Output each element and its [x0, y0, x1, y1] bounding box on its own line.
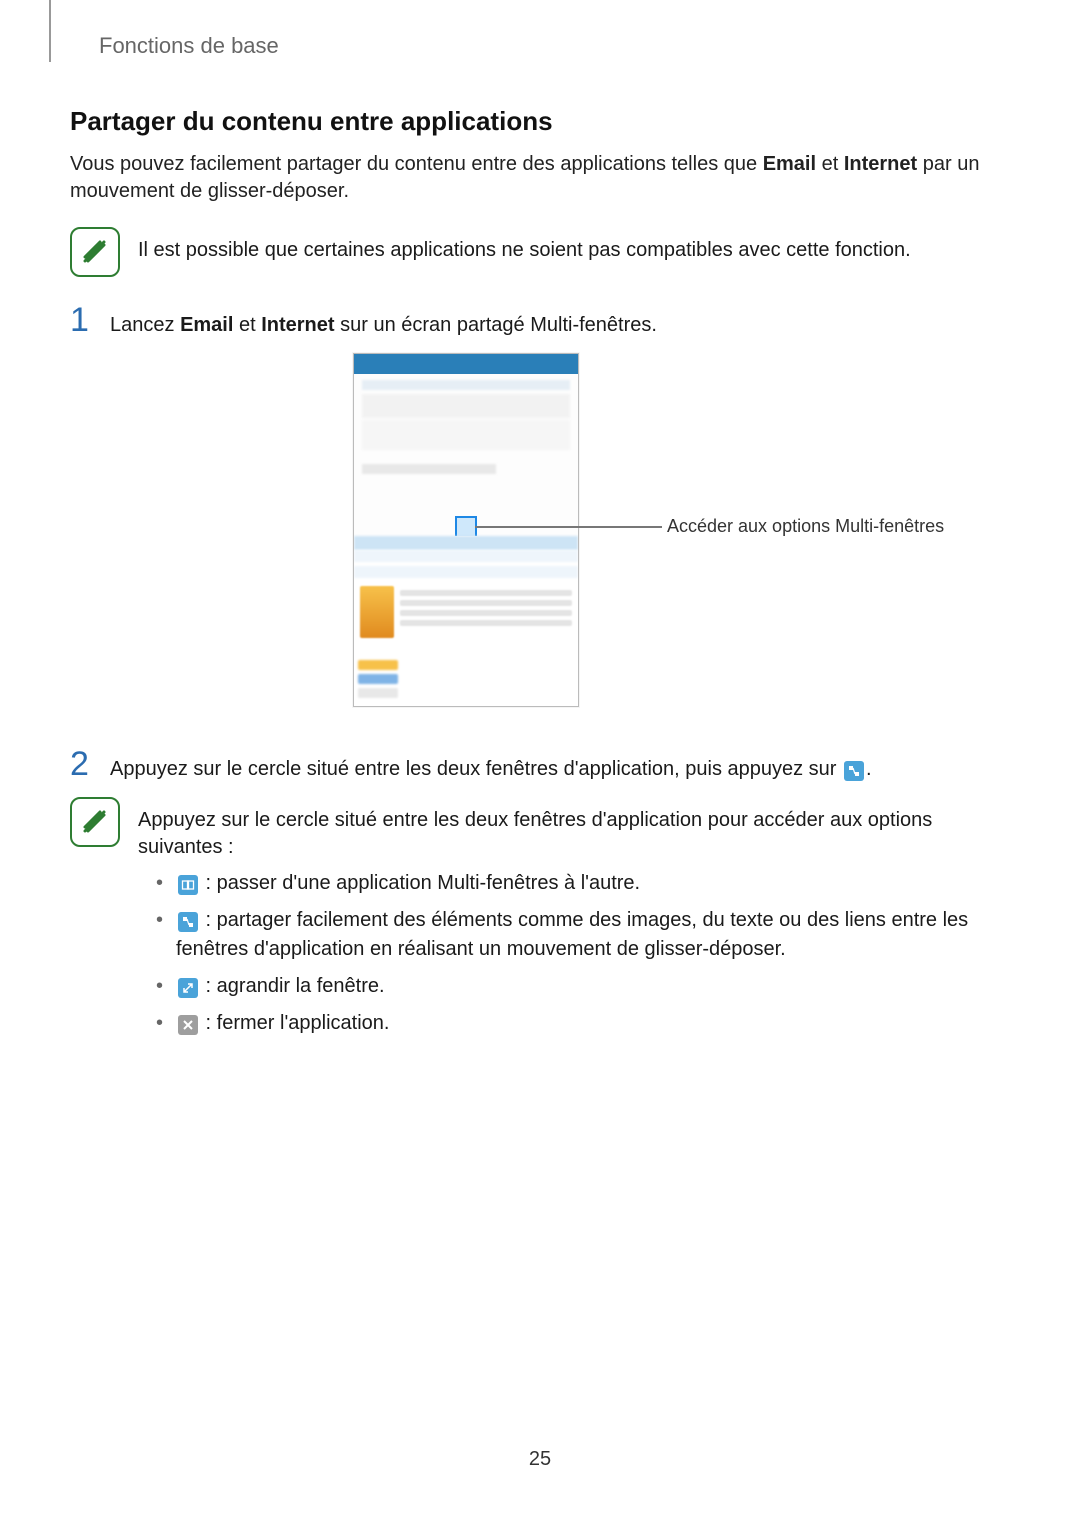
- step-text: Appuyez sur le cercle situé entre les de…: [110, 756, 872, 783]
- figure-multi-window: Accéder aux options Multi-fenêtres: [70, 353, 1010, 723]
- spacer: [354, 474, 578, 512]
- app-name-internet: Internet: [844, 153, 917, 175]
- document-page: Fonctions de base Partager du contenu en…: [0, 0, 1080, 1527]
- blur-line: [362, 464, 496, 474]
- section-title: Partager du contenu entre applications: [70, 106, 1010, 137]
- device-status-bar: [354, 354, 578, 374]
- expand-icon: [178, 978, 198, 998]
- blur-line: [354, 566, 578, 578]
- options-list: : passer d'une application Multi-fenêtre…: [152, 869, 1010, 1038]
- note-icon: [70, 227, 120, 277]
- text: .: [866, 758, 872, 780]
- text: : fermer l'application.: [200, 1012, 389, 1034]
- share-icon: [844, 761, 864, 781]
- step-text: Lancez Email et Internet sur un écran pa…: [110, 312, 657, 339]
- note-text: Il est possible que certaines applicatio…: [138, 227, 911, 264]
- step-1: 1 Lancez Email et Internet sur un écran …: [70, 303, 1010, 339]
- note-icon: [70, 797, 120, 847]
- text: et: [233, 314, 261, 336]
- list-item: : agrandir la fenêtre.: [152, 972, 1010, 1001]
- step-number: 2: [70, 747, 96, 781]
- device-bottom-app: [354, 536, 578, 706]
- blur-line: [354, 550, 578, 562]
- app-name-email: Email: [763, 153, 816, 175]
- callout-line: [475, 526, 662, 528]
- callout-label: Accéder aux options Multi-fenêtres: [667, 516, 944, 537]
- switch-apps-icon: [178, 875, 198, 895]
- blur-line: [362, 380, 570, 390]
- blur-line: [362, 420, 570, 450]
- blur-thumb: [360, 586, 394, 638]
- blur-sidebar: [358, 656, 398, 702]
- device-mock: [353, 353, 579, 707]
- page-content: Partager du contenu entre applications V…: [70, 106, 1010, 1072]
- step-2: 2 Appuyez sur le cercle situé entre les …: [70, 747, 1010, 783]
- header-rule: [49, 0, 51, 62]
- note-intro: Appuyez sur le cercle situé entre les de…: [138, 807, 1010, 861]
- app-name-email: Email: [180, 314, 233, 336]
- step-number: 1: [70, 303, 96, 337]
- text: Appuyez sur le cercle situé entre les de…: [110, 758, 842, 780]
- text: Lancez: [110, 314, 180, 336]
- note-block: Appuyez sur le cercle situé entre les de…: [70, 797, 1010, 1046]
- share-icon: [178, 912, 198, 932]
- blur-lines: [400, 586, 572, 638]
- list-item: : partager facilement des éléments comme…: [152, 906, 1010, 964]
- close-icon: [178, 1015, 198, 1035]
- text: : passer d'une application Multi-fenêtre…: [200, 872, 640, 894]
- app-name-internet: Internet: [261, 314, 334, 336]
- text: Vous pouvez facilement partager du conte…: [70, 153, 763, 175]
- text: et: [816, 153, 844, 175]
- blur-line: [354, 536, 578, 550]
- multiwindow-handle-icon: [455, 516, 477, 538]
- breadcrumb: Fonctions de base: [99, 33, 279, 59]
- note-text: Appuyez sur le cercle situé entre les de…: [138, 797, 1010, 1046]
- blur-line: [362, 394, 570, 418]
- text: sur un écran partagé Multi-fenêtres.: [335, 314, 657, 336]
- text: : partager facilement des éléments comme…: [176, 909, 968, 960]
- note-block: Il est possible que certaines applicatio…: [70, 227, 1010, 277]
- list-item: : passer d'une application Multi-fenêtre…: [152, 869, 1010, 898]
- list-item: : fermer l'application.: [152, 1009, 1010, 1038]
- blur-result-row: [354, 582, 578, 642]
- page-number: 25: [0, 1448, 1080, 1471]
- intro-paragraph: Vous pouvez facilement partager du conte…: [70, 151, 1010, 205]
- text: : agrandir la fenêtre.: [200, 975, 385, 997]
